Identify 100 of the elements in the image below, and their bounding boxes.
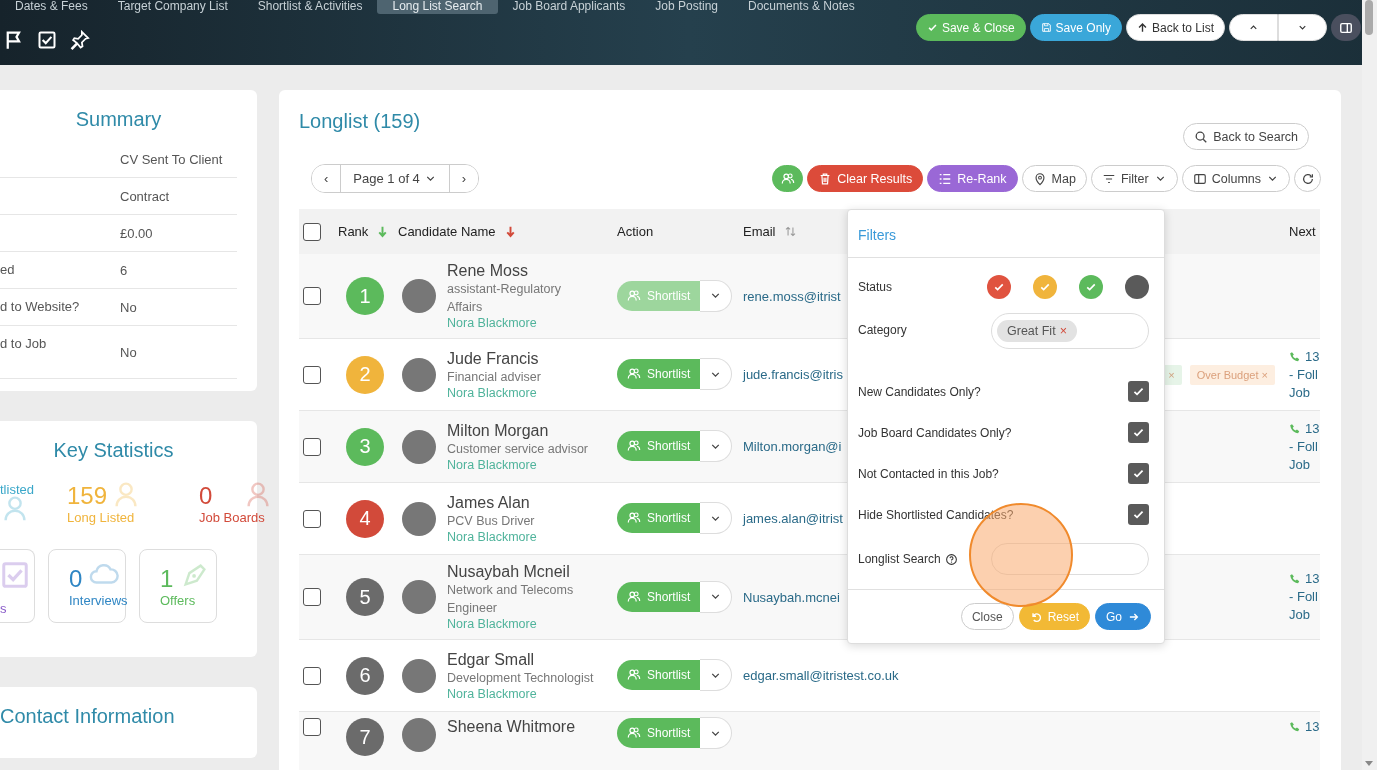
clear-button[interactable]: Clear Results [807,165,924,192]
row-checkbox[interactable] [303,437,321,456]
panel-toggle-button[interactable] [1331,14,1361,41]
stat-value: 159 [67,482,108,510]
stat-icon [0,560,30,590]
summary-label: ed [0,261,16,277]
status-toggle[interactable] [987,274,1011,299]
summary-value: £0.00 [120,225,154,241]
filter-option-label: Job Board Candidates Only? [858,425,1012,440]
email-link[interactable]: edgar.small@itristest.co.uk [743,668,899,683]
rerank-button[interactable]: Re-Rank [927,165,1018,192]
rank-badge: 5 [346,578,384,616]
row-checkbox[interactable] [303,588,321,606]
map-button[interactable]: Map [1021,165,1087,192]
back-button[interactable]: Back to List [1125,14,1225,41]
candidate-name[interactable]: Milton Morgan [447,421,617,440]
back-to-search-button[interactable]: Back to Search [1183,123,1309,150]
email-link[interactable]: jude.francis@itris [743,367,843,382]
contact-information-title: Contact Information [0,705,175,727]
refresh-button[interactable] [1294,165,1321,192]
page-tab[interactable]: Dates & Fees [0,0,103,14]
candidate-name[interactable]: Nusaybah Mcneil [447,563,617,581]
next-activity-text[interactable]: Job [1289,606,1320,624]
summary-value: No [120,299,138,315]
stat-label: Offers [160,592,196,608]
map-pin-icon [1032,171,1047,186]
page-tab[interactable]: Long List Search [377,0,498,14]
avatar-placeholder [402,357,436,392]
people-icon [780,171,795,186]
next-button[interactable] [1278,14,1327,41]
row-checkbox[interactable] [303,718,321,736]
page-tab[interactable]: Shortlist & Activities [242,0,378,14]
previous-button[interactable] [1229,14,1278,41]
status-toggle[interactable] [1125,274,1149,299]
stat-label: Interviews [69,592,128,608]
columns-icon [1192,171,1207,186]
avatar-placeholder [402,718,436,752]
columns-button[interactable]: Columns [1181,165,1290,192]
candidate-name[interactable]: Jude Francis [447,349,617,368]
longlist-search-field[interactable] [991,543,1149,575]
email-link[interactable]: Nusaybah.mcnei [743,589,840,605]
page-tab[interactable]: Job Posting [640,0,733,14]
go-button[interactable]: Go [1095,603,1151,630]
candidate-name[interactable]: Sheena Whitmore [447,718,617,736]
page-tab[interactable]: Target Company List [102,0,243,14]
status-toggle[interactable] [1079,274,1103,299]
column-header[interactable]: Candidate Name [398,224,496,239]
candidate-name[interactable]: Edgar Small [447,650,617,669]
column-header[interactable]: Next [1289,224,1316,239]
row-checkbox[interactable] [303,666,321,685]
next-activity-text[interactable]: - Foll [1289,437,1320,456]
stat-value: 1 [160,564,174,593]
help-icon [944,552,958,566]
refresh-icon [1300,171,1315,186]
phone-icon [1289,721,1301,733]
column-header[interactable]: Email [743,224,776,239]
people-icon [627,367,641,381]
next-activity-text[interactable]: - Foll [1289,365,1320,384]
people-icon [627,726,641,740]
next-activity-text[interactable]: Job [1289,383,1320,402]
filter-checkbox[interactable] [1128,463,1149,484]
close-button[interactable]: Close [960,603,1014,630]
save-icon [1040,22,1052,33]
stat-value: 0 [69,564,83,593]
people-icon [627,589,641,604]
filter-checkbox[interactable] [1128,381,1149,402]
select-all-checkbox[interactable] [303,222,321,241]
page-tab[interactable]: Documents & Notes [733,0,870,14]
people-icon [627,288,641,303]
page-select[interactable]: Page 1 of 4 [340,165,450,192]
status-toggle[interactable] [1033,274,1057,299]
row-checkbox[interactable] [303,509,321,528]
filter-checkbox[interactable] [1128,422,1149,443]
filter-checkbox[interactable] [1128,504,1149,525]
filter-button[interactable]: Filter [1090,165,1178,192]
next-activity-text[interactable]: Job [1289,455,1320,474]
page-tab[interactable]: Job Board Applicants [497,0,641,14]
candidate-name[interactable]: James Alan [447,493,617,512]
candidate-job-title: Financial adviser [447,368,542,386]
rank-badge: 1 [346,277,384,315]
avatar-placeholder [402,501,436,536]
arrow-up-icon [1136,22,1148,33]
candidate-job-title: assistant-Regulatory Affairs [447,281,562,316]
people-icon [627,668,641,682]
phone-icon [1289,573,1301,585]
next-activity-text[interactable]: - Foll [1289,588,1320,606]
summary-value: No [120,344,138,360]
category-label: Category [858,323,907,337]
avatar-placeholder [402,658,436,693]
row-checkbox[interactable] [303,365,321,384]
email-link[interactable]: Milton.morgan@i [743,439,842,454]
rank-badge: 3 [346,427,384,466]
pin-icon [70,29,90,50]
flag-icon [4,29,24,50]
candidate-job-title: PCV Bus Driver [447,512,536,530]
summary-value: CV Sent To Client [120,151,224,167]
stat-label: s [0,601,7,616]
scrollbar[interactable] [1362,0,1377,770]
email-link[interactable]: james.alan@itrist [743,511,843,526]
column-header[interactable]: Rank [338,224,369,239]
